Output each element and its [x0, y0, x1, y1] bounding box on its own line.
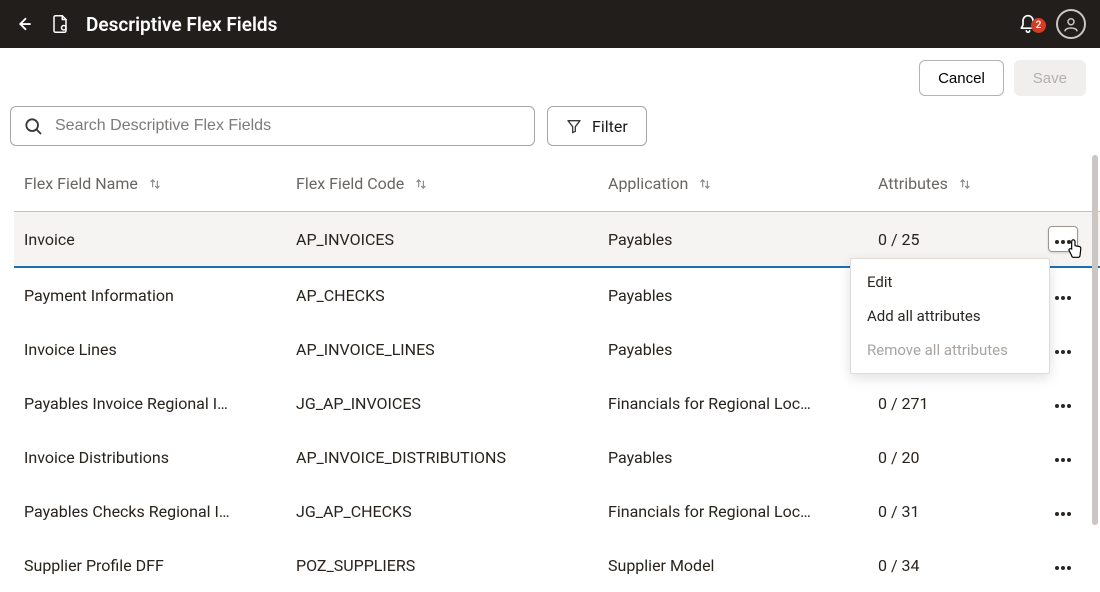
cell-code: JG_AP_CHECKS [296, 502, 608, 521]
ellipsis-icon [1054, 230, 1072, 249]
notification-badge: 2 [1031, 18, 1046, 33]
filter-button[interactable]: Filter [547, 106, 647, 146]
table-header: Flex Field Name Flex Field Code Applicat… [14, 164, 1100, 211]
table-row[interactable]: Payables Checks Regional I…JG_AP_CHECKSF… [14, 484, 1100, 538]
col-header-application[interactable]: Application [608, 174, 878, 193]
cell-attributes: 0 / 31 [878, 502, 1038, 521]
menu-remove-all[interactable]: Remove all attributes [851, 333, 1049, 367]
document-icon [50, 13, 70, 35]
search-icon [23, 116, 43, 136]
notifications-button[interactable]: 2 [1018, 14, 1038, 34]
filter-icon [566, 118, 582, 134]
row-actions-button[interactable] [1048, 498, 1078, 524]
table-row[interactable]: Supplier Profile DFFPOZ_SUPPLIERSSupplie… [14, 538, 1100, 592]
cell-attributes: 0 / 271 [878, 394, 1038, 413]
cell-code: AP_INVOICE_DISTRIBUTIONS [296, 448, 608, 467]
cell-attributes: 0 / 25 [878, 230, 1038, 249]
col-header-application-label: Application [608, 174, 688, 193]
page-title: Descriptive Flex Fields [86, 13, 277, 36]
col-header-code[interactable]: Flex Field Code [296, 174, 608, 193]
col-header-code-label: Flex Field Code [296, 174, 404, 193]
col-header-attributes[interactable]: Attributes [878, 174, 1038, 193]
back-arrow-icon[interactable] [14, 14, 34, 34]
cell-application: Financials for Regional Loc… [608, 394, 878, 413]
cell-application: Payables [608, 448, 878, 467]
row-actions-menu: Edit Add all attributes Remove all attri… [850, 258, 1050, 374]
cell-application: Payables [608, 340, 878, 359]
cell-name: Payables Checks Regional I… [24, 502, 296, 521]
cell-application: Payables [608, 230, 878, 249]
sort-icon [698, 177, 712, 191]
ellipsis-icon [1054, 340, 1072, 359]
table-row[interactable]: Payables Invoice Regional I…JG_AP_INVOIC… [14, 376, 1100, 430]
ellipsis-icon [1054, 394, 1072, 413]
search-input-wrap[interactable] [10, 106, 535, 146]
col-header-name[interactable]: Flex Field Name [24, 174, 296, 193]
cell-name: Invoice Lines [24, 340, 296, 359]
cell-code: AP_INVOICES [296, 230, 608, 249]
save-button[interactable]: Save [1014, 60, 1086, 96]
table-region: Flex Field Name Flex Field Code Applicat… [0, 164, 1100, 592]
cell-name: Supplier Profile DFF [24, 556, 296, 575]
ellipsis-icon [1054, 286, 1072, 305]
header-right: 2 [1018, 9, 1086, 39]
app-header: Descriptive Flex Fields 2 [0, 0, 1100, 48]
user-avatar[interactable] [1056, 9, 1086, 39]
col-header-attributes-label: Attributes [878, 174, 948, 193]
cell-name: Payment Information [24, 286, 296, 305]
cancel-button[interactable]: Cancel [919, 60, 1004, 96]
col-header-menu [1038, 174, 1088, 193]
row-actions-button[interactable] [1048, 226, 1078, 252]
cell-code: AP_INVOICE_LINES [296, 340, 608, 359]
search-input[interactable] [55, 117, 524, 135]
sort-icon [414, 177, 428, 191]
search-bar: Filter [0, 96, 1100, 164]
ellipsis-icon [1054, 502, 1072, 521]
cell-code: POZ_SUPPLIERS [296, 556, 608, 575]
row-actions-button[interactable] [1048, 282, 1078, 308]
sort-icon [148, 177, 162, 191]
col-header-name-label: Flex Field Name [24, 174, 138, 193]
cell-name: Payables Invoice Regional I… [24, 394, 296, 413]
row-actions-button[interactable] [1048, 336, 1078, 362]
cell-application: Payables [608, 286, 878, 305]
header-left: Descriptive Flex Fields [14, 13, 277, 36]
row-actions-button[interactable] [1048, 390, 1078, 416]
row-actions-button[interactable] [1048, 444, 1078, 470]
sort-icon [958, 177, 972, 191]
cell-attributes: 0 / 34 [878, 556, 1038, 575]
vertical-scrollbar[interactable] [1092, 155, 1098, 525]
ellipsis-icon [1054, 448, 1072, 467]
row-actions-button[interactable] [1048, 552, 1078, 578]
cell-application: Supplier Model [608, 556, 878, 575]
cell-application: Financials for Regional Loc… [608, 502, 878, 521]
table-row[interactable]: Invoice DistributionsAP_INVOICE_DISTRIBU… [14, 430, 1100, 484]
cell-code: JG_AP_INVOICES [296, 394, 608, 413]
action-bar: Cancel Save [0, 48, 1100, 96]
cell-code: AP_CHECKS [296, 286, 608, 305]
user-icon [1062, 15, 1080, 33]
cell-name: Invoice Distributions [24, 448, 296, 467]
cell-name: Invoice [24, 230, 296, 249]
ellipsis-icon [1054, 556, 1072, 575]
menu-add-all[interactable]: Add all attributes [851, 299, 1049, 333]
menu-edit[interactable]: Edit [851, 265, 1049, 299]
cell-attributes: 0 / 20 [878, 448, 1038, 467]
filter-label: Filter [592, 117, 628, 136]
